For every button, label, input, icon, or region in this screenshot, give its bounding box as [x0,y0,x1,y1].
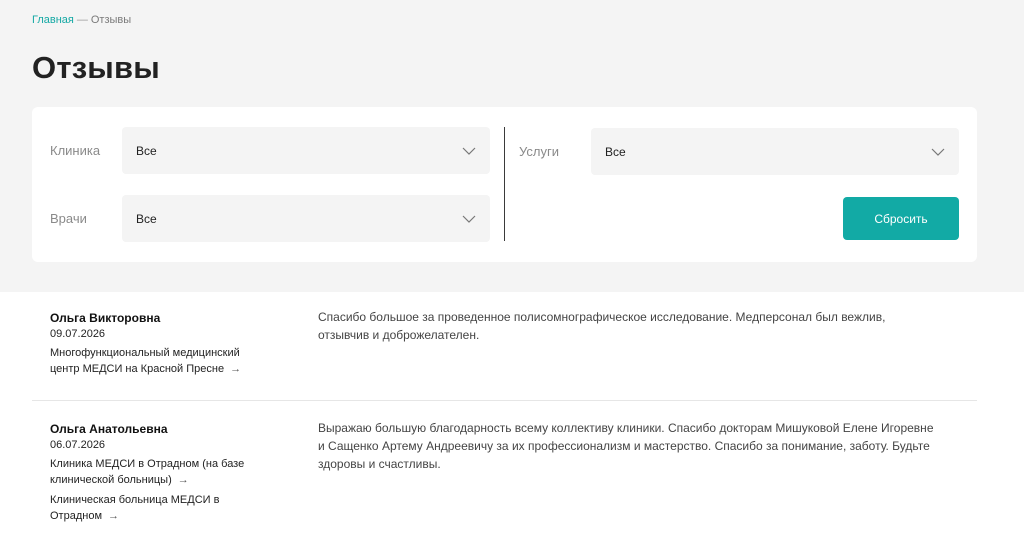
breadcrumb: Главная — Отзывы [32,14,131,26]
review-clinic-link[interactable]: Клиника МЕДСИ в Отрадном (на базе клинич… [50,456,250,488]
clinic-select-value: Все [136,143,157,158]
doctors-filter: Врачи Все [50,195,490,242]
filter-divider [504,127,505,241]
reset-button[interactable]: Сбросить [843,197,959,240]
filter-panel: Клиника Все Врачи Все Услуги Все Сбросит… [32,107,977,262]
review-clinic-name: Многофункциональный медицинский центр МЕ… [50,347,240,375]
breadcrumb-home-link[interactable]: Главная [32,14,74,26]
page-title: Отзывы [32,50,160,85]
clinic-filter: Клиника Все [50,127,490,174]
review-author: Ольга Анатольевна [50,422,168,436]
clinic-select[interactable]: Все [122,127,490,174]
review-meta: Ольга Викторовна 09.07.2026 Многофункцио… [50,310,318,400]
review-item: Ольга Викторовна 09.07.2026 Многофункцио… [32,292,977,401]
chevron-down-icon [931,145,945,159]
arrow-right-icon: → [177,474,189,486]
reviews-list: Ольга Викторовна 09.07.2026 Многофункцио… [32,292,977,524]
breadcrumb-current: Отзывы [90,14,132,26]
review-author: Ольга Викторовна [50,311,161,325]
services-filter: Услуги Все [519,128,959,175]
review-clinic-link[interactable]: Клиническая больница МЕДСИ в Отрадном → [50,492,250,524]
chevron-down-icon [462,212,476,226]
arrow-right-icon: → [108,510,120,522]
header-section: Главная — Отзывы Отзывы Клиника Все Врачи … [0,0,1024,292]
clinic-filter-label: Клиника [50,143,101,158]
review-text: Спасибо большое за проведенное полисомно… [318,310,886,342]
review-clinic-name: Клиника МЕДСИ в Отрадном (на базе клинич… [50,458,245,486]
doctors-select[interactable]: Все [122,195,490,242]
review-text: Выражаю большую благодарность всему колл… [318,421,934,471]
services-filter-label: Услуги [519,144,559,159]
doctors-select-value: Все [136,211,157,226]
breadcrumb-separator: — [76,14,88,26]
services-select[interactable]: Все [591,128,959,175]
review-date: 06.07.2026 [50,439,106,451]
review-clinic-link[interactable]: Многофункциональный медицинский центр МЕ… [50,345,250,377]
arrow-right-icon: → [230,363,242,375]
doctors-filter-label: Врачи [50,211,87,226]
review-date: 09.07.2026 [50,328,106,340]
review-meta: Ольга Анатольевна 06.07.2026 Клиника МЕД… [50,421,318,524]
review-clinic-name: Клиническая больница МЕДСИ в Отрадном [50,494,220,522]
review-item: Ольга Анатольевна 06.07.2026 Клиника МЕД… [32,401,977,524]
services-select-value: Все [605,144,626,159]
chevron-down-icon [462,144,476,158]
